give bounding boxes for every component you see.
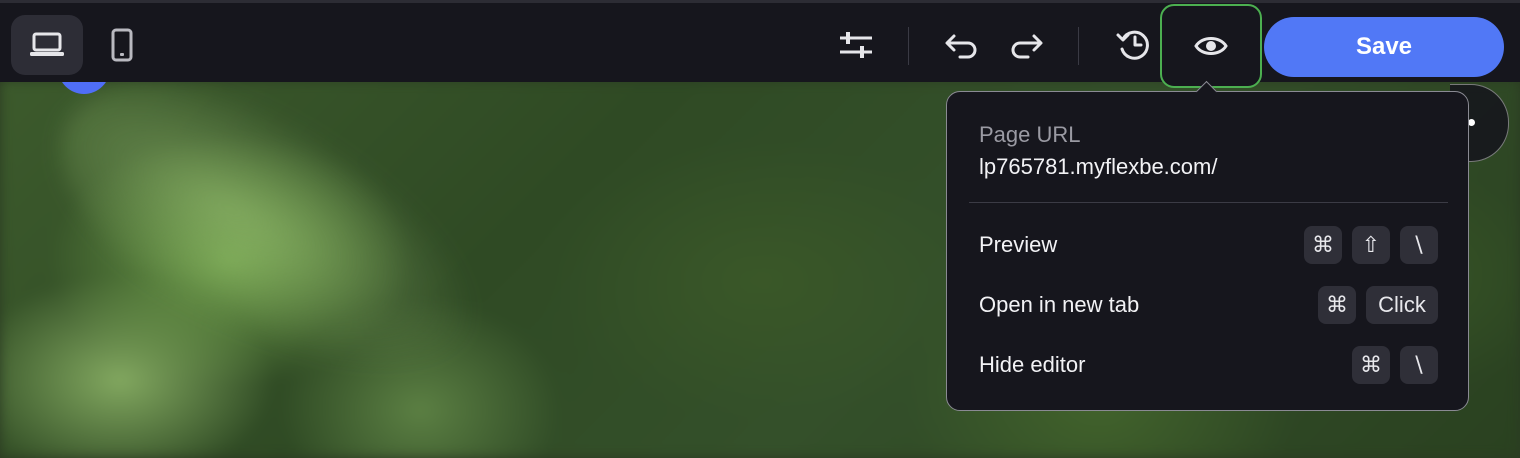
toolbar-divider: [908, 27, 909, 65]
desktop-view-button[interactable]: [11, 15, 83, 75]
command-key: ⌘: [1318, 286, 1356, 324]
phone-icon: [111, 28, 133, 62]
toolbar-divider: [1078, 27, 1079, 65]
menu-item-preview[interactable]: Preview ⌘ ⇧ \: [969, 219, 1448, 271]
page-url-value[interactable]: lp765781.myflexbe.com/: [979, 154, 1217, 180]
dot-icon: [1468, 119, 1475, 126]
eye-icon: [1194, 34, 1228, 58]
backslash-key: \: [1400, 346, 1438, 384]
save-button[interactable]: Save: [1264, 17, 1504, 77]
shortcut-keys: ⌘ ⇧ \: [1304, 226, 1438, 264]
undo-icon: [944, 30, 980, 60]
redo-button[interactable]: [990, 15, 1062, 75]
menu-item-label: Hide editor: [979, 352, 1086, 377]
settings-button[interactable]: [820, 15, 892, 75]
shortcut-keys: ⌘ \: [1352, 346, 1438, 384]
preview-button[interactable]: [1160, 4, 1262, 88]
sliders-icon: [838, 30, 874, 60]
preview-menu-popover: Page URL lp765781.myflexbe.com/ Preview …: [946, 80, 1469, 411]
menu-item-label: Preview: [979, 232, 1058, 257]
shortcut-keys: ⌘ Click: [1318, 286, 1438, 324]
laptop-icon: [29, 30, 65, 60]
shift-key: ⇧: [1352, 226, 1390, 264]
backslash-key: \: [1400, 226, 1438, 264]
redo-icon: [1008, 30, 1044, 60]
editor-toolbar: Save: [0, 0, 1520, 82]
menu-divider: [969, 202, 1448, 203]
menu-item-label: Open in new tab: [979, 292, 1140, 317]
mobile-view-button[interactable]: [86, 15, 158, 75]
menu-item-hide-editor[interactable]: Hide editor ⌘ \: [969, 339, 1448, 391]
command-key: ⌘: [1304, 226, 1342, 264]
history-icon: [1115, 27, 1153, 63]
undo-button[interactable]: [926, 15, 998, 75]
menu-item-open-new-tab[interactable]: Open in new tab ⌘ Click: [969, 279, 1448, 331]
page-url-label: Page URL: [979, 122, 1081, 147]
command-key: ⌘: [1352, 346, 1390, 384]
click-key: Click: [1366, 286, 1438, 324]
